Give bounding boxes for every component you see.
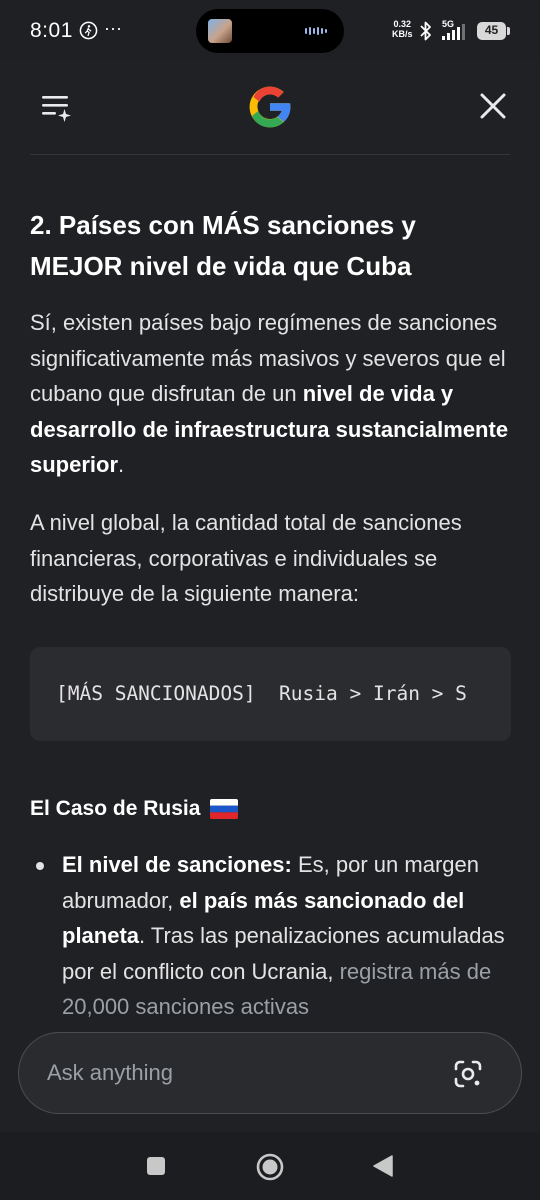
bullet-dot bbox=[36, 862, 44, 870]
status-time: 8:01 bbox=[30, 19, 73, 42]
code-block[interactable]: [MÁS SANCIONADOS] Rusia > Irán > S bbox=[30, 647, 511, 741]
ask-placeholder: Ask anything bbox=[47, 1060, 173, 1085]
system-nav-bar bbox=[0, 1132, 540, 1200]
menu-sparkle-icon[interactable] bbox=[40, 92, 74, 124]
response-content[interactable]: 2. Países con MÁS sanciones y MEJOR nive… bbox=[0, 155, 540, 1035]
ask-input[interactable]: Ask anything bbox=[18, 1032, 522, 1114]
home-circle-icon[interactable] bbox=[255, 1152, 285, 1182]
paragraph-1-text-b: . bbox=[118, 452, 125, 477]
status-bar: 8:01 ··· 0.32 KB/s 5G 45 bbox=[0, 0, 540, 62]
status-more-dots: ··· bbox=[104, 18, 122, 38]
code-text: [MÁS SANCIONADOS] Rusia > Irán > S bbox=[56, 682, 467, 705]
google-lens-icon[interactable] bbox=[453, 1059, 483, 1089]
avatar bbox=[208, 19, 232, 43]
subheading-russia: El Caso de Rusia bbox=[30, 797, 239, 821]
paragraph-1: Sí, existen países bajo regímenes de san… bbox=[30, 305, 510, 483]
list-item: El nivel de sanciones: Es, por un margen… bbox=[30, 847, 510, 1025]
audio-wave-icon bbox=[305, 27, 327, 35]
recents-square-icon[interactable] bbox=[146, 1156, 166, 1176]
subheading-text: El Caso de Rusia bbox=[30, 797, 201, 820]
google-g-logo bbox=[249, 86, 291, 128]
accessibility-run-icon bbox=[79, 21, 98, 40]
russia-flag-icon bbox=[210, 799, 239, 819]
battery-icon: 45 bbox=[477, 22, 510, 40]
paragraph-2: A nivel global, la cantidad total de san… bbox=[30, 510, 462, 606]
network-speed-value: 0.32 bbox=[393, 19, 412, 29]
close-icon[interactable] bbox=[478, 91, 508, 121]
cell-signal-icon: 5G bbox=[442, 19, 465, 40]
bluetooth-icon bbox=[420, 21, 431, 41]
network-type: 5G bbox=[442, 19, 454, 29]
dynamic-island[interactable] bbox=[196, 9, 344, 53]
network-speed-unit: KB/s bbox=[392, 29, 413, 39]
network-speed: 0.32 KB/s bbox=[392, 19, 413, 39]
battery-level: 45 bbox=[484, 23, 499, 37]
bullet-label: El nivel de sanciones: bbox=[62, 852, 292, 877]
bullet-list: El nivel de sanciones: Es, por un margen… bbox=[30, 847, 510, 1025]
app-header bbox=[0, 62, 540, 154]
back-triangle-icon[interactable] bbox=[372, 1154, 394, 1178]
section-heading: 2. Países con MÁS sanciones y MEJOR nive… bbox=[30, 210, 416, 281]
